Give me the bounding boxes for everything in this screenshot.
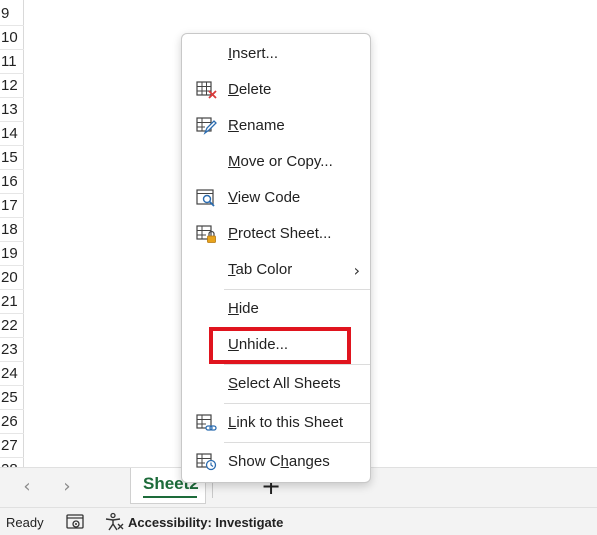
row-header[interactable]: 24 [0, 362, 24, 386]
row-headers: 910111213141516171819202122232425262728 [0, 0, 24, 467]
sheet-context-menu: Insert... Delete Rename Move or Copy... [181, 33, 371, 483]
menu-separator [224, 442, 370, 443]
menu-item-protect-sheet[interactable]: Protect Sheet... [182, 217, 370, 251]
menu-item-show-changes[interactable]: Show Changes [182, 445, 370, 479]
menu-item-insert[interactable]: Insert... [182, 37, 370, 71]
status-bar: Ready Accessibility: Investigate [0, 507, 597, 535]
menu-item-move-or-copy[interactable]: Move or Copy... [182, 145, 370, 179]
row-header[interactable]: 14 [0, 122, 24, 146]
link-sheet-icon [196, 414, 217, 431]
row-header[interactable]: 13 [0, 98, 24, 122]
menu-label-tab-color: Tab Color [228, 261, 293, 278]
delete-sheet-icon [196, 81, 217, 99]
show-changes-icon [196, 453, 217, 471]
row-header[interactable]: 10 [0, 26, 24, 50]
row-header[interactable]: 22 [0, 314, 24, 338]
row-header[interactable]: 21 [0, 290, 24, 314]
submenu-chevron-icon: › [353, 261, 360, 280]
menu-label-show-changes: Show Changes [228, 453, 330, 470]
menu-item-tab-color[interactable]: Tab Color › [182, 253, 370, 287]
row-header[interactable]: 26 [0, 410, 24, 434]
unhide-highlight-box [209, 327, 351, 364]
row-header[interactable]: 12 [0, 74, 24, 98]
menu-item-hide[interactable]: Hide [182, 292, 370, 326]
row-header[interactable]: 16 [0, 170, 24, 194]
accessibility-status[interactable]: Accessibility: Investigate [128, 515, 283, 530]
row-header[interactable]: 17 [0, 194, 24, 218]
menu-item-delete[interactable]: Delete [182, 73, 370, 107]
row-header[interactable]: 25 [0, 386, 24, 410]
menu-label-protect-sheet: Protect Sheet... [228, 225, 332, 242]
active-tab-underline [143, 496, 197, 498]
menu-label-hide: Hide [228, 300, 259, 317]
row-header[interactable]: 9 [0, 2, 24, 26]
menu-label-view-code: View Code [228, 189, 301, 206]
menu-label-delete: Delete [228, 81, 272, 98]
accessibility-icon[interactable] [104, 512, 124, 532]
rename-sheet-icon [196, 117, 217, 135]
row-header[interactable]: 28 [0, 458, 24, 467]
protect-sheet-lock-icon [196, 225, 216, 243]
view-code-icon [196, 189, 215, 207]
status-ready-text: Ready [6, 515, 44, 530]
menu-separator [224, 403, 370, 404]
menu-label-move-or-copy: Move or Copy... [228, 153, 333, 170]
row-header[interactable]: 19 [0, 242, 24, 266]
menu-item-view-code[interactable]: View Code [182, 181, 370, 215]
menu-label-select-all-sheets: Select All Sheets [228, 375, 341, 392]
next-sheet-button[interactable]: › [60, 478, 74, 496]
menu-separator [224, 289, 370, 290]
row-header[interactable]: 27 [0, 434, 24, 458]
menu-separator [224, 364, 370, 365]
menu-label-rename: Rename [228, 117, 285, 134]
previous-sheet-button[interactable]: ‹ [20, 478, 34, 496]
menu-label-link-to-sheet: Link to this Sheet [228, 414, 344, 431]
menu-item-select-all-sheets[interactable]: Select All Sheets [182, 367, 370, 401]
row-header[interactable]: 20 [0, 266, 24, 290]
row-header[interactable]: 15 [0, 146, 24, 170]
row-header[interactable]: 11 [0, 50, 24, 74]
menu-label-insert: Insert... [228, 45, 279, 62]
row-header[interactable]: 23 [0, 338, 24, 362]
row-header[interactable]: 18 [0, 218, 24, 242]
menu-item-link-to-sheet[interactable]: Link to this Sheet [182, 406, 370, 440]
macro-recording-icon[interactable] [66, 514, 84, 530]
menu-item-rename[interactable]: Rename [182, 109, 370, 143]
